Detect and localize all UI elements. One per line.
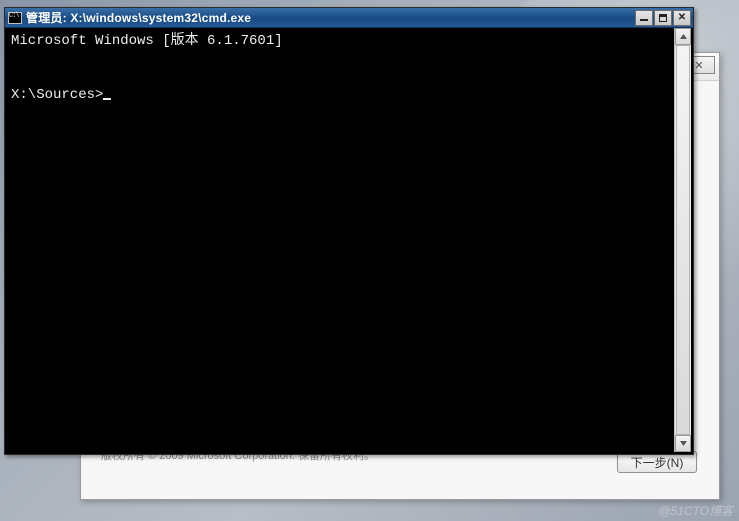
- scroll-up-button[interactable]: [675, 28, 691, 45]
- banner-line: Microsoft Windows [版本 6.1.7601]: [11, 33, 283, 49]
- prompt-line: X:\Sources>: [11, 87, 103, 103]
- scrollbar[interactable]: [674, 28, 691, 452]
- scroll-track[interactable]: [675, 45, 691, 435]
- cmd-body: Microsoft Windows [版本 6.1.7601] X:\Sourc…: [7, 28, 691, 452]
- terminal-output[interactable]: Microsoft Windows [版本 6.1.7601] X:\Sourc…: [7, 28, 674, 452]
- minimize-button[interactable]: [635, 10, 653, 26]
- chevron-up-icon: [680, 34, 687, 39]
- watermark: @51CTO博客: [658, 502, 733, 519]
- scroll-thumb[interactable]: [676, 45, 690, 435]
- window-controls: ✕: [635, 10, 691, 26]
- close-button[interactable]: ✕: [673, 10, 691, 26]
- cmd-title: 管理员: X:\windows\system32\cmd.exe: [26, 9, 635, 26]
- scroll-down-button[interactable]: [675, 435, 691, 452]
- cmd-window: 管理员: X:\windows\system32\cmd.exe ✕ Micro…: [4, 7, 694, 455]
- chevron-down-icon: [680, 441, 687, 446]
- cmd-app-icon: [8, 12, 22, 24]
- cmd-titlebar[interactable]: 管理员: X:\windows\system32\cmd.exe ✕: [5, 8, 693, 28]
- maximize-button[interactable]: [654, 10, 672, 26]
- cursor: [103, 98, 111, 100]
